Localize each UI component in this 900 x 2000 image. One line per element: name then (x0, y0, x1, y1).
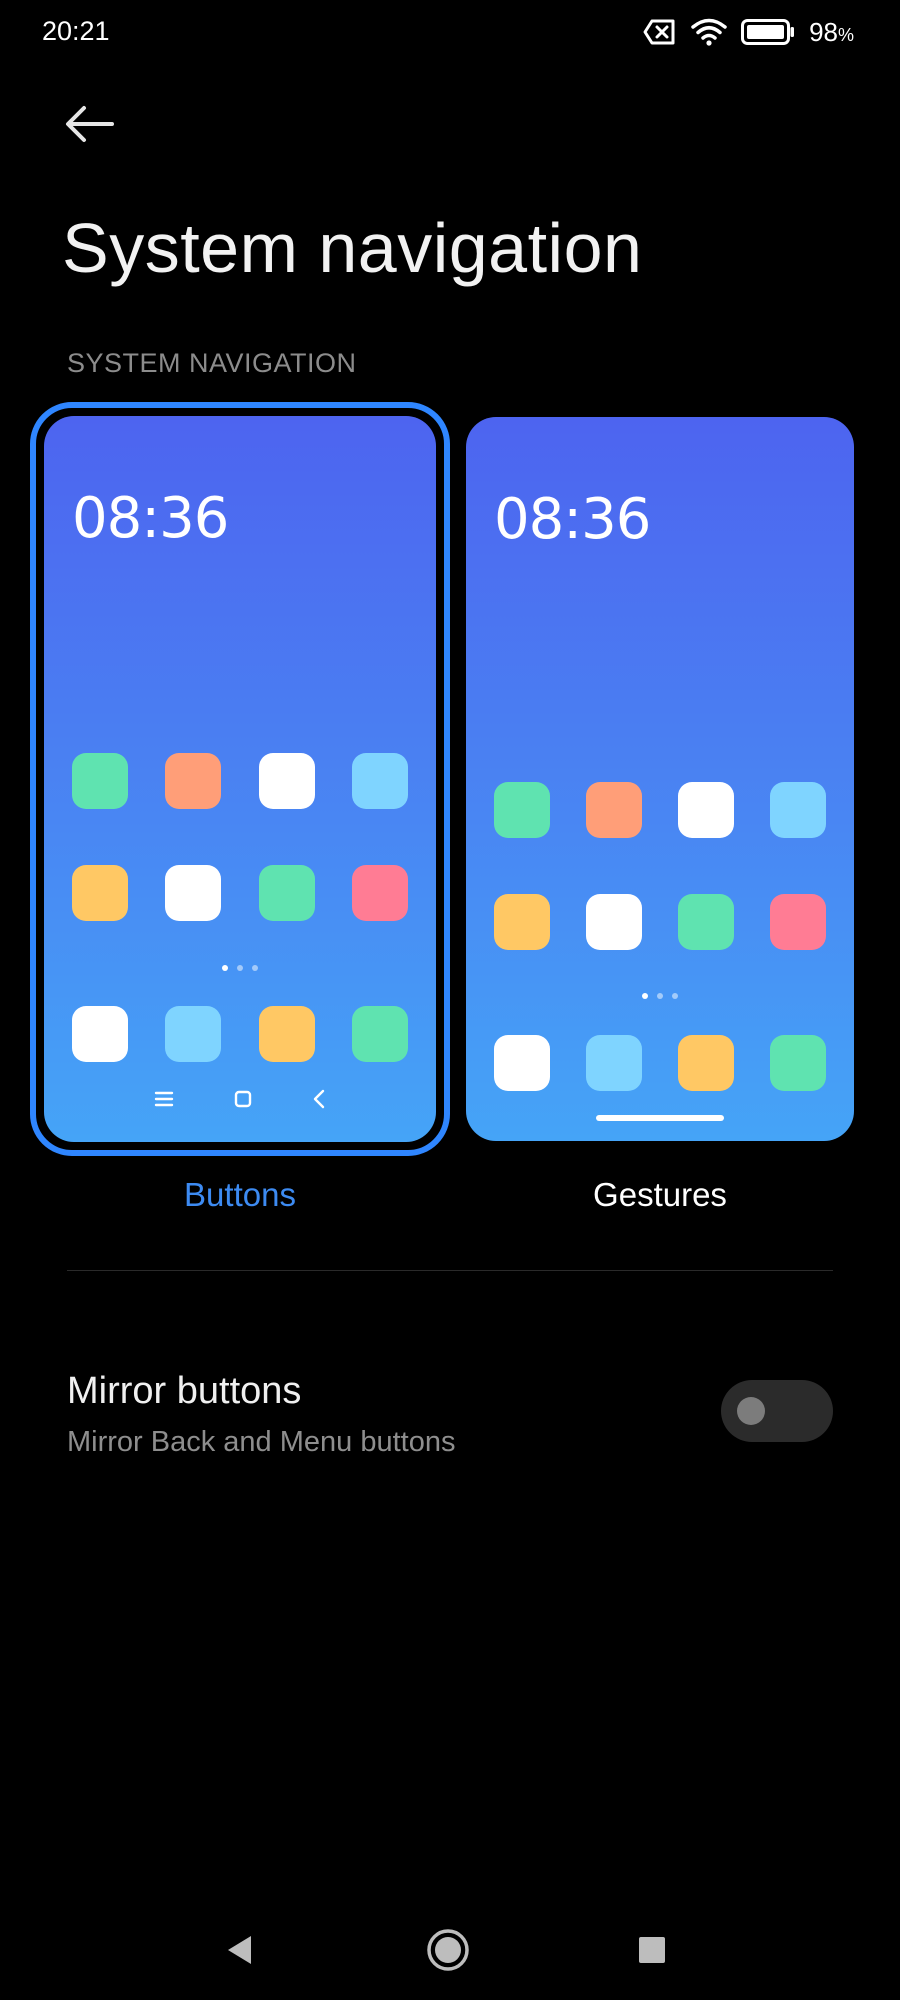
menu-icon (154, 1091, 174, 1107)
preview-clock: 08:36 (494, 487, 651, 552)
app-icon (351, 753, 408, 809)
app-icon (586, 782, 642, 838)
dock (494, 1035, 826, 1091)
app-icon (351, 1006, 408, 1062)
app-icon (678, 782, 734, 838)
status-bar: 20:21 98% (0, 0, 900, 66)
battery-percent-value: 98 (809, 16, 838, 47)
app-icon (72, 1006, 128, 1062)
screen: 20:21 98% System navigation SYSTEM NAVIG… (0, 0, 900, 2000)
app-icon (586, 1035, 642, 1091)
app-icon (351, 865, 408, 921)
mirror-buttons-toggle[interactable] (721, 1380, 833, 1442)
app-icon (678, 894, 734, 950)
app-icon (165, 753, 222, 809)
system-home-button[interactable] (416, 1918, 480, 1982)
app-icon (258, 865, 315, 921)
battery-percent: 98% (809, 17, 854, 48)
app-icon (494, 782, 550, 838)
dock (72, 1006, 408, 1062)
app-icon (258, 1006, 315, 1062)
status-time: 20:21 (42, 16, 110, 46)
app-icon (258, 753, 315, 809)
app-icon (770, 782, 826, 838)
gesture-bar (596, 1115, 724, 1121)
gestures-option-card[interactable]: 08:36 (466, 417, 854, 1141)
section-header: SYSTEM NAVIGATION (67, 348, 357, 378)
buttons-option-label[interactable]: Buttons (90, 1176, 390, 1214)
battery-percent-unit: % (837, 24, 854, 45)
mirror-buttons-setting[interactable]: Mirror buttons Mirror Back and Menu butt… (0, 1350, 900, 1480)
buttons-preview: 08:36 (44, 416, 436, 1142)
back-triangle-icon (228, 1936, 251, 1964)
preview-clock: 08:36 (72, 486, 229, 551)
page-indicator (44, 965, 436, 971)
gestures-preview: 08:36 (466, 417, 854, 1141)
battery-icon (741, 19, 795, 45)
app-icon (165, 1006, 222, 1062)
back-arrow-icon (66, 106, 114, 142)
app-icon (72, 753, 128, 809)
divider (67, 1270, 833, 1271)
app-grid (494, 782, 826, 950)
sim-disabled-icon (643, 18, 677, 46)
buttons-option-card[interactable]: 08:36 (30, 402, 450, 1156)
home-square-icon (234, 1090, 252, 1108)
wifi-icon (691, 18, 727, 46)
preview-nav-keys (44, 1086, 436, 1112)
app-icon (678, 1035, 734, 1091)
system-back-button[interactable] (208, 1918, 272, 1982)
app-icon (72, 865, 128, 921)
setting-subtitle: Mirror Back and Menu buttons (67, 1426, 456, 1458)
system-recents-button[interactable] (620, 1918, 684, 1982)
app-icon (770, 894, 826, 950)
gestures-option-label[interactable]: Gestures (510, 1176, 810, 1214)
app-icon (165, 865, 222, 921)
app-icon (494, 894, 550, 950)
system-nav-bar (0, 1890, 900, 2000)
toggle-knob (737, 1397, 765, 1425)
app-icon (770, 1035, 826, 1091)
back-chevron-icon (313, 1089, 325, 1109)
back-button[interactable] (56, 96, 124, 152)
setting-title: Mirror buttons (67, 1370, 302, 1412)
app-grid (72, 753, 408, 921)
app-icon (494, 1035, 550, 1091)
status-icons: 98% (643, 14, 854, 50)
recents-square-icon (639, 1937, 665, 1963)
home-circle-icon (427, 1929, 469, 1971)
page-indicator (466, 993, 854, 999)
page-title: System navigation (62, 209, 643, 287)
app-icon (586, 894, 642, 950)
